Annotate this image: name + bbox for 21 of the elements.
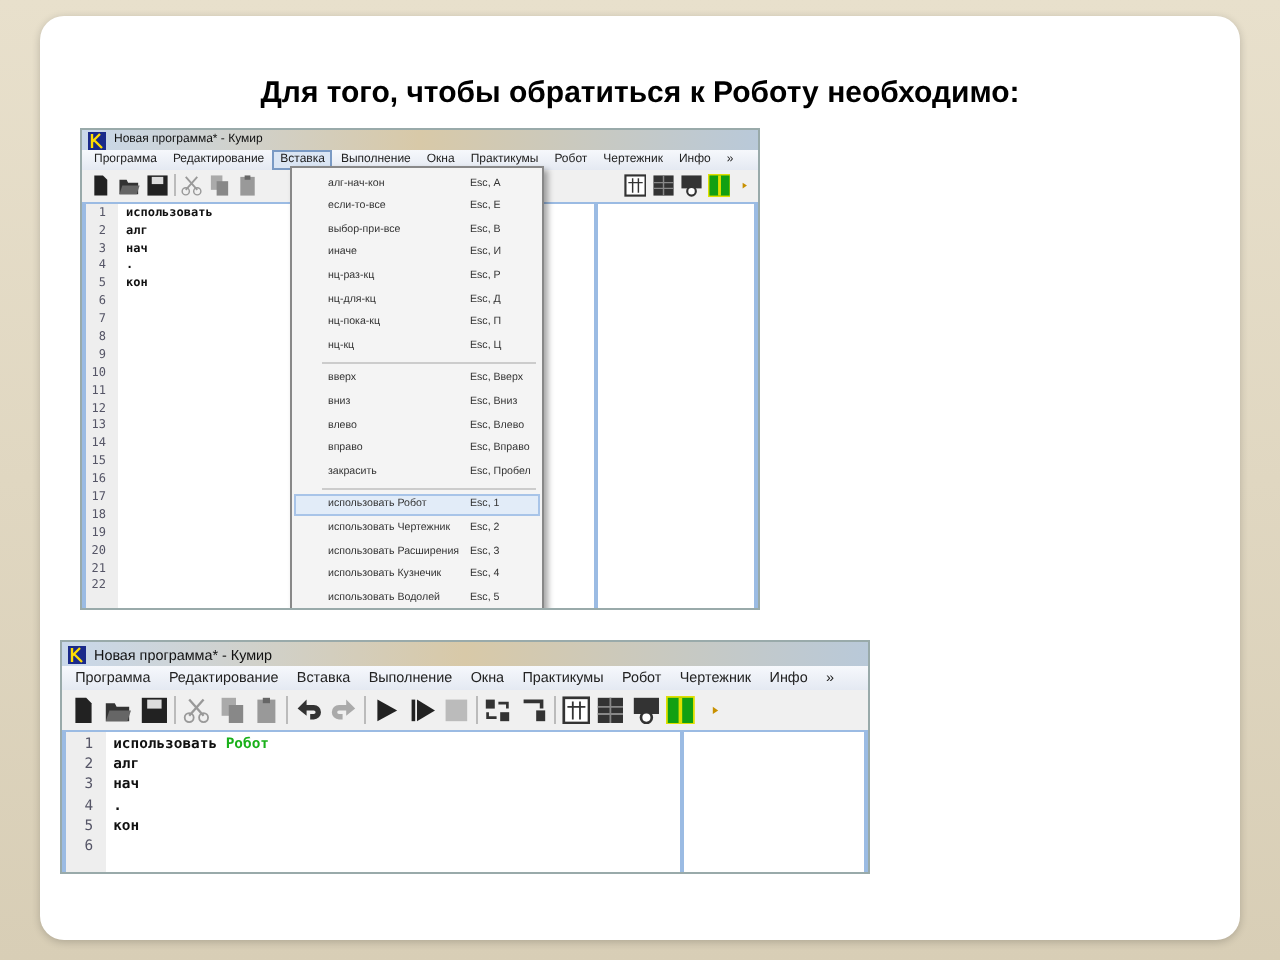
step-icon[interactable] bbox=[407, 695, 436, 724]
swap-icon[interactable] bbox=[484, 695, 514, 724]
robot-window-icon[interactable] bbox=[631, 695, 661, 724]
save-icon[interactable] bbox=[139, 695, 169, 724]
table-icon[interactable] bbox=[562, 695, 591, 724]
copy-icon[interactable] bbox=[208, 174, 232, 198]
grid-icon[interactable] bbox=[651, 174, 675, 198]
folder-icon[interactable] bbox=[117, 174, 141, 198]
paste-icon[interactable] bbox=[235, 174, 259, 198]
undo-icon[interactable] bbox=[294, 695, 324, 724]
step-into-icon[interactable] bbox=[519, 695, 549, 724]
grid-icon[interactable] bbox=[596, 695, 626, 724]
copy-icon[interactable] bbox=[217, 695, 246, 724]
robot-window-icon[interactable] bbox=[679, 174, 703, 198]
save-icon[interactable] bbox=[145, 174, 169, 198]
run-icon[interactable] bbox=[372, 695, 402, 724]
paste-icon[interactable] bbox=[251, 695, 281, 724]
app-icon bbox=[88, 131, 106, 150]
table-icon[interactable] bbox=[623, 174, 647, 198]
app-icon bbox=[68, 645, 86, 664]
slide-title: Для того, чтобы обратиться к Роботу необходимо: bbox=[258, 74, 1022, 110]
